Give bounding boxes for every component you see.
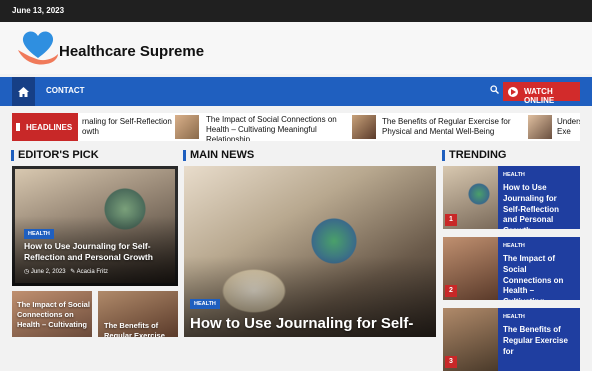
trending-content: HEALTH How to Use Journaling for Self-Re… bbox=[498, 166, 580, 229]
trending-rank: 2 bbox=[445, 285, 457, 297]
current-date: June 13, 2023 bbox=[12, 6, 65, 15]
trending-item[interactable]: 1 HEALTH How to Use Journaling for Self-… bbox=[443, 166, 580, 229]
nav-contact-link[interactable]: CONTACT bbox=[46, 86, 85, 95]
category-badge[interactable]: HEALTH bbox=[503, 314, 575, 320]
category-badge[interactable]: HEALTH bbox=[24, 229, 54, 239]
trending-content: HEALTH The Impact of Social Connections … bbox=[498, 237, 580, 300]
category-badge[interactable]: HEALTH bbox=[503, 243, 575, 249]
article-title[interactable]: The Benefits of Regular Exercise bbox=[104, 321, 178, 337]
category-badge[interactable]: HEALTH bbox=[503, 172, 575, 178]
ticker-item[interactable]: rnaling for Self-Reflection owth bbox=[82, 113, 172, 141]
editors-pick-heading: EDITOR'S PICK bbox=[11, 149, 99, 161]
site-title[interactable]: Healthcare Supreme bbox=[59, 43, 204, 60]
clock-icon: ◷ bbox=[24, 269, 30, 275]
article-title[interactable]: How to Use Journaling for Self-Reflectio… bbox=[24, 241, 174, 263]
top-bar: June 13, 2023 bbox=[0, 0, 592, 22]
article-title[interactable]: How to Use Journaling for Self-Reflectio… bbox=[503, 183, 575, 229]
editors-pick-main-card[interactable]: HEALTH How to Use Journaling for Self-Re… bbox=[12, 166, 178, 286]
article-title[interactable]: The Impact of Social Connections on Heal… bbox=[503, 254, 575, 300]
search-icon[interactable] bbox=[490, 85, 499, 94]
main-news-heading: MAIN NEWS bbox=[182, 149, 255, 161]
editors-pick-small-card[interactable]: The Benefits of Regular Exercise bbox=[98, 291, 178, 337]
category-badge[interactable]: HEALTH bbox=[190, 299, 220, 309]
trending-item[interactable]: 3 HEALTH The Benefits of Regular Exercis… bbox=[443, 308, 580, 371]
ticker-thumbnail[interactable] bbox=[352, 115, 376, 139]
article-date[interactable]: June 2, 2023 bbox=[31, 269, 66, 275]
ticker-item[interactable]: The Benefits of Regular Exercise for Phy… bbox=[382, 113, 522, 141]
trending-content: HEALTH The Benefits of Regular Exercise … bbox=[498, 308, 580, 371]
ticker-item[interactable]: The Impact of Social Connections on Heal… bbox=[206, 113, 341, 141]
article-author[interactable]: Acacia Fritz bbox=[77, 269, 108, 275]
ticker-item[interactable]: Underst Exe bbox=[557, 113, 580, 141]
watch-online-button[interactable]: WATCH ONLINE bbox=[503, 82, 580, 105]
trending-rank: 1 bbox=[445, 214, 457, 226]
home-button[interactable] bbox=[12, 77, 35, 106]
trending-heading: TRENDING bbox=[441, 149, 507, 161]
user-icon: ✎ bbox=[70, 269, 76, 275]
watch-online-label: WATCH ONLINE bbox=[524, 87, 555, 105]
article-title[interactable]: The Benefits of Regular Exercise for bbox=[503, 325, 575, 357]
headlines-label: HEADLINES bbox=[12, 113, 78, 141]
article-title[interactable]: How to Use Journaling for Self- bbox=[190, 314, 436, 334]
article-title[interactable]: The Impact of Social Connections on Heal… bbox=[17, 300, 92, 329]
main-news-card[interactable]: HEALTH How to Use Journaling for Self- bbox=[184, 166, 436, 337]
heart-hands-logo[interactable] bbox=[16, 28, 60, 68]
trending-item[interactable]: 2 HEALTH The Impact of Social Connection… bbox=[443, 237, 580, 300]
ticker-thumbnail[interactable] bbox=[528, 115, 552, 139]
headlines-ticker: HEADLINES rnaling for Self-Reflection ow… bbox=[12, 113, 580, 141]
editors-pick-small-card[interactable]: The Impact of Social Connections on Heal… bbox=[12, 291, 92, 337]
trending-rank: 3 bbox=[445, 356, 457, 368]
ticker-thumbnail[interactable] bbox=[175, 115, 199, 139]
home-icon bbox=[18, 86, 29, 97]
play-icon bbox=[508, 87, 518, 97]
main-navigation: CONTACT WATCH ONLINE bbox=[0, 77, 592, 106]
